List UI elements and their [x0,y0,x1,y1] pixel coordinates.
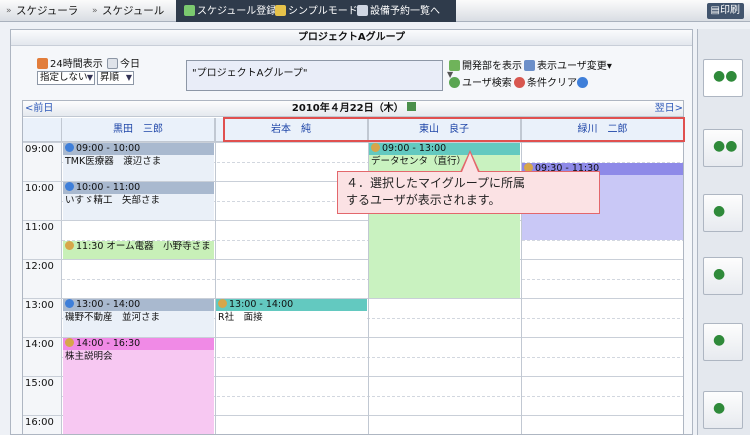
user-icon: ● [713,400,726,416]
event-block[interactable]: 13:00 - 14:00 R社 面接 [216,299,367,337]
user-icon: ● [713,332,726,348]
event-block[interactable]: 09:00 - 10:00 TMK医療器 渡辺さま [63,143,214,181]
event-title: データセンタ（直行） [371,156,467,167]
user-column-head[interactable]: 黒田 三郎 [62,118,215,142]
hour-label: 09:00 [25,144,54,155]
clear-button[interactable]: 条件クリア [514,77,577,91]
clock-icon [37,58,48,69]
tab-schedule[interactable]: » スケジュール [90,3,164,20]
calendar-icon[interactable] [407,102,417,111]
group-select-box[interactable]: "プロジェクトAグループ" [186,60,443,91]
current-date: 2010年４月22日（木） [23,101,683,117]
callout-tail-inner [462,153,478,172]
people-icon: ●● [713,68,738,84]
chevron-down-icon: ▼ [125,73,132,82]
printer-icon: ▤ [710,5,720,16]
list-icon [357,5,368,16]
date-bar: <前日 2010年４月22日（木） 翌日> [23,101,683,117]
event-time: 10:00 - 11:00 [76,182,141,193]
chevron-icon: » [92,6,98,16]
hour-label: 15:00 [25,378,54,389]
search-icon [449,77,460,88]
print-button[interactable]: ▤印刷 [706,3,744,19]
next-day-link[interactable]: 翌日> [655,101,683,117]
building-icon [449,60,460,71]
event-block[interactable]: 10:00 - 11:00 いすゞ精工 矢部さま [63,182,214,220]
top-bar: » スケジューラ » スケジュール スケジュール登録 シンプルモード 設備予約一… [0,0,750,22]
personal-list-view-button[interactable]: ● [703,391,743,429]
handshake-icon [218,299,227,308]
event-time: 14:00 - 16:30 [76,338,141,349]
hour-line [23,259,683,260]
event-block[interactable]: 13:00 - 14:00 磯野不動産 並河さま [63,299,214,337]
chevron-down-icon: ▾ [606,61,612,72]
callout: ４．選択したマイグループに所属 するユーザが表示されます。 [337,171,600,214]
help-icon [577,77,588,88]
hour-label: 14:00 [25,339,54,350]
event-time: 09:00 - 13:00 [382,143,447,154]
people-icon: ●● [713,138,738,154]
hours24-toggle[interactable]: 24時間表示 [37,55,103,70]
personal-month-view-button[interactable]: ● [703,323,743,361]
sort-select[interactable]: 指定しない ▼ [37,71,95,85]
chevron-icon: » [6,6,12,16]
event-title: TMK医療器 渡辺さま [65,156,162,167]
handshake-icon [65,338,74,347]
info-icon [65,143,74,152]
calendar-icon [107,58,118,69]
view-sidebar: ●● ●● ● ● ● ● [697,29,750,435]
group-day-view-button[interactable]: ●● [703,129,743,167]
hour-label: 12:00 [25,261,54,272]
event-time: 11:30 オーム電器 小野寺さま 挨拶訪 [76,240,214,252]
user-search-button[interactable]: ユーザ検索 [449,77,512,91]
corner-cell [23,118,62,142]
handshake-icon [371,143,380,152]
group-view-button[interactable]: ●● [703,59,743,97]
personal-week-view-button[interactable]: ● [703,257,743,295]
event-time: 13:00 - 14:00 [229,299,294,310]
chevron-down-icon: ▼ [86,73,93,82]
simple-mode-link[interactable]: シンプルモード [275,3,358,20]
show-dept-button[interactable]: 開発部を表示 [449,60,522,74]
facility-list-link[interactable]: 設備予約一覧へ [357,3,440,20]
user-icon [524,60,535,71]
event-title: いすゞ精工 矢部さま [65,195,161,206]
event-block[interactable]: 09:00 - 13:00 データセンタ（直行） [369,143,520,298]
hour-label: 13:00 [25,300,54,311]
highlight-box [223,117,685,142]
personal-day-view-button[interactable]: ● [703,194,743,232]
user-icon: ● [713,203,726,219]
day-calendar: <前日 2010年４月22日（木） 翌日> 黒田 三郎 岩本 純 東山 良子 緑… [22,100,684,435]
event-block[interactable]: 14:00 - 16:30 株主説明会 [63,338,214,434]
clear-icon [514,77,525,88]
display-user-button[interactable]: 表示ユーザ変更▾ [524,60,612,74]
event-time: 09:00 - 10:00 [76,143,141,154]
time-column: 09:00 10:00 11:00 12:00 13:00 14:00 15:00 16:00 [23,142,62,434]
user-icon: ● [713,266,726,282]
info-icon [65,182,74,191]
pencil-icon [275,5,286,16]
hour-label: 10:00 [25,183,54,194]
hour-label: 11:00 [25,222,54,233]
help-button[interactable] [577,77,590,91]
people-icon [65,240,74,250]
tab-scheduler[interactable]: » スケジューラ [4,3,78,20]
event-title: R社 面接 [218,312,263,323]
info-icon [65,299,74,308]
hour-label: 16:00 [25,417,54,428]
order-select[interactable]: 昇順 ▼ [97,71,134,85]
event-block[interactable]: 11:30 オーム電器 小野寺さま 挨拶訪 [63,240,214,259]
column-divider [215,118,216,434]
schedule-register-link[interactable]: スケジュール登録 [184,3,276,20]
event-time: 13:00 - 14:00 [76,299,141,310]
event-title: 磯野不動産 並河さま [65,312,161,323]
today-button[interactable]: 今日 [107,55,140,70]
event-title: 株主説明会 [65,351,113,362]
panel-title: プロジェクトAグループ [11,30,692,46]
calendar-add-icon [184,5,195,16]
